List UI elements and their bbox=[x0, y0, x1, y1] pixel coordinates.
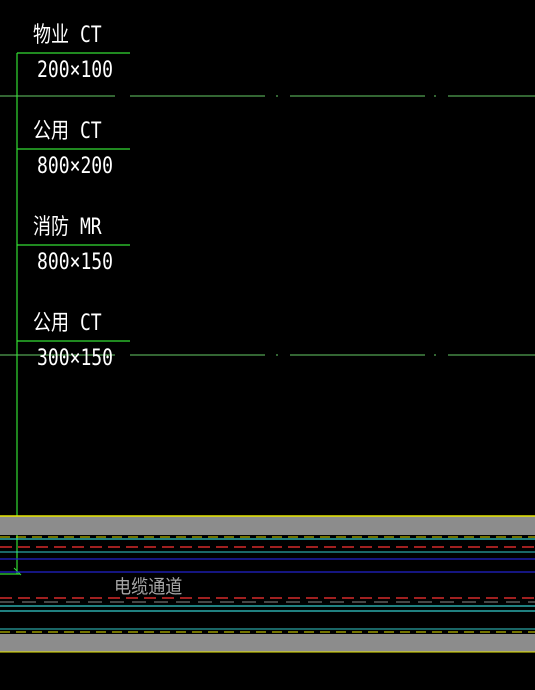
annotation-3-size: 800×150 bbox=[37, 250, 114, 275]
annotation-4-system: 公用 CT bbox=[33, 311, 102, 336]
annotation-1-size: 200×100 bbox=[37, 58, 114, 83]
band-lower bbox=[0, 634, 535, 652]
annotation-4-size: 300×150 bbox=[37, 346, 114, 371]
cad-canvas bbox=[0, 52, 535, 653]
band-upper bbox=[0, 516, 535, 535]
annotation-2-system: 公用 CT bbox=[33, 119, 102, 144]
annotation-1-system: 物业 CT bbox=[33, 23, 102, 48]
annotation-2-size: 800×200 bbox=[37, 154, 114, 179]
cable-channel-label: 电缆通道 bbox=[114, 576, 183, 598]
annotation-3-system: 消防 MR bbox=[33, 215, 102, 240]
